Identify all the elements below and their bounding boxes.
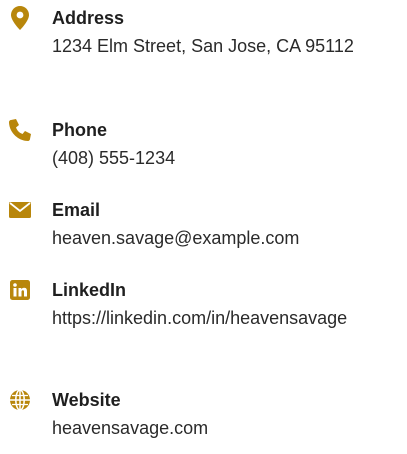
- website-value[interactable]: heavensavage.com: [52, 414, 392, 443]
- phone-value[interactable]: (408) 555-1234: [52, 144, 392, 173]
- address-value: 1234 Elm Street, San Jose, CA 95112: [52, 36, 354, 56]
- envelope-icon: [6, 196, 34, 224]
- contact-item-website: Website heavensavage.com: [0, 386, 407, 450]
- linkedin-label: LinkedIn: [52, 280, 127, 300]
- contact-item-address: Address 1234 Elm Street, San Jose, CA 95…: [0, 4, 407, 100]
- email-value[interactable]: heaven.savage@example.com: [52, 224, 392, 253]
- phone-icon: [6, 116, 34, 144]
- contact-item-email: Email heaven.savage@example.com: [0, 196, 407, 260]
- linkedin-icon: [6, 276, 34, 304]
- email-label: Email: [52, 200, 101, 220]
- map-marker-icon: [6, 4, 34, 32]
- globe-icon: [6, 386, 34, 414]
- phone-label: Phone: [52, 120, 108, 140]
- website-label: Website: [52, 390, 121, 410]
- contact-item-linkedin: LinkedIn https://linkedin.com/in/heavens…: [0, 276, 407, 370]
- linkedin-value[interactable]: https://linkedin.com/in/heavensavage: [52, 304, 392, 333]
- address-label: Address: [52, 8, 125, 28]
- contact-item-phone: Phone (408) 555-1234: [0, 116, 407, 180]
